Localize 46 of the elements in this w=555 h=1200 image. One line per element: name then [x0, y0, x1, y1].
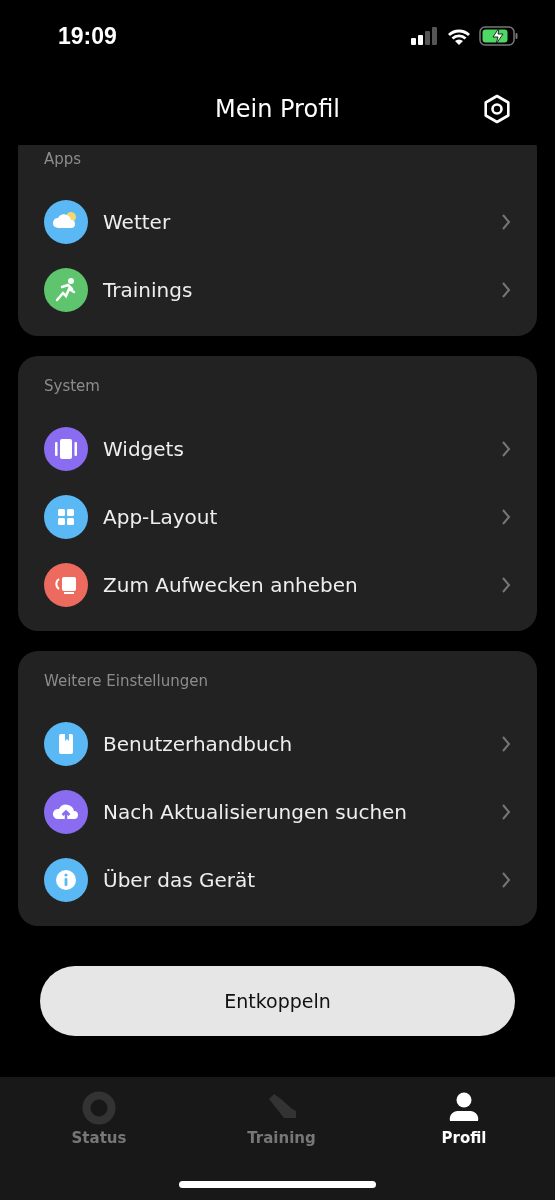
settings-item[interactable]: Über das Gerät [18, 846, 537, 914]
section-title: System [43, 378, 101, 394]
item-label: Trainings [103, 278, 194, 302]
chevron-icon [501, 735, 511, 753]
page-title: Mein Profil [215, 94, 340, 123]
settings-item[interactable]: App-Layout [18, 483, 537, 551]
chevron-icon [501, 213, 511, 231]
tab[interactable]: Profil [419, 1091, 509, 1147]
item-label: App-Layout [103, 505, 219, 529]
widgets-icon [44, 427, 88, 471]
chevron-icon [501, 576, 511, 594]
wifi-icon [447, 27, 471, 45]
section-title: Apps [43, 151, 83, 167]
tab[interactable]: Status [54, 1091, 144, 1147]
info-icon [44, 858, 88, 902]
item-label: Zum Aufwecken anheben [103, 573, 359, 597]
item-label: Wetter [103, 210, 172, 234]
settings-item[interactable]: Wetter [18, 188, 537, 256]
upload-icon [44, 790, 88, 834]
item-label: Benutzerhandbuch [103, 732, 294, 756]
status-time: 19:09 [58, 22, 117, 50]
settings-item[interactable]: Widgets [18, 415, 537, 483]
item-label: Nach Aktualisierungen suchen [103, 800, 409, 824]
chevron-icon [501, 281, 511, 299]
tab[interactable]: Training [236, 1091, 327, 1147]
runner-icon [44, 268, 88, 312]
ring-icon [82, 1091, 116, 1125]
settings-item[interactable]: Benutzerhandbuch [18, 710, 537, 778]
battery-icon [479, 26, 519, 46]
item-label: Über das Gerät [103, 868, 257, 892]
settings-item[interactable]: Nach Aktualisierungen suchen [18, 778, 537, 846]
grid-icon [44, 495, 88, 539]
section-title: Weitere Einstellungen [43, 673, 209, 689]
chevron-icon [501, 508, 511, 526]
item-label: Widgets [103, 437, 185, 461]
weather-icon [44, 200, 88, 244]
book-icon [44, 722, 88, 766]
unpair-button[interactable]: Entkoppeln [40, 966, 515, 1036]
chevron-icon [501, 871, 511, 889]
chevron-icon [501, 803, 511, 821]
raise-icon [44, 563, 88, 607]
signal-icon [411, 27, 439, 45]
settings-icon[interactable] [482, 94, 512, 124]
settings-item[interactable]: Zum Aufwecken anheben [18, 551, 537, 619]
chevron-icon [501, 440, 511, 458]
settings-item[interactable]: Trainings [18, 256, 537, 324]
